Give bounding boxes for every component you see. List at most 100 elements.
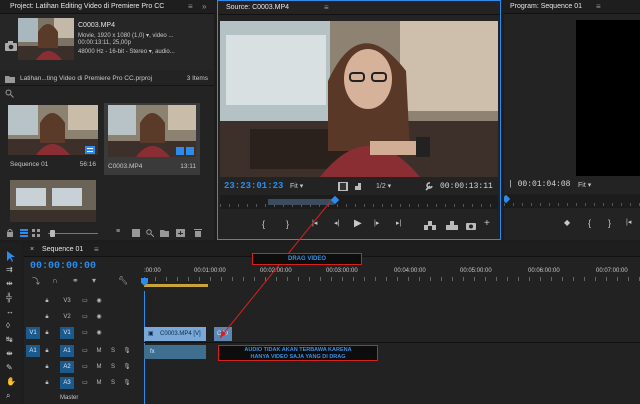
audio-clip-1[interactable]: fx [144,345,206,359]
list-view-icon[interactable] [20,229,28,237]
video-clip-2[interactable]: C00 [214,327,232,341]
export-frame-icon[interactable] [466,221,476,230]
track-mute-button[interactable]: M [92,377,106,389]
new-item-icon[interactable] [176,229,185,237]
track-select-tool-icon[interactable]: ⇉ [6,265,13,274]
track-name[interactable]: V2 [60,311,74,323]
project-item-clip[interactable]: C0003.MP4 13:11 [104,103,200,175]
microphone-icon[interactable]: 🎙︎ [120,361,134,373]
timeline-timecode[interactable]: 00:00:00:00 [30,261,96,272]
track-solo-button[interactable]: S [106,345,120,357]
step-forward-icon[interactable]: |▸ [374,219,379,227]
add-marker-icon[interactable]: ▾ [92,276,96,285]
timeline-settings-icon[interactable]: 🔧︎ [118,276,128,285]
mark-out-icon[interactable]: } [608,218,611,228]
ripple-edit-tool-icon[interactable]: ⇹ [6,279,13,288]
mark-out-icon[interactable]: } [286,219,289,229]
snap-icon[interactable]: ∩ [52,276,58,285]
video-clip-1[interactable]: ▣ C0003.MP4 [V] [144,327,206,341]
project-item-sequence[interactable]: Sequence 01 56:16 [8,105,100,173]
poster-frame-button[interactable] [4,40,18,52]
track-name[interactable]: A3 [60,377,74,389]
play-icon[interactable]: ▶ [354,218,362,229]
mark-in-icon[interactable]: { [588,218,591,228]
track-solo-button[interactable]: S [106,361,120,373]
track-sync-icon[interactable]: ▭ [78,311,92,323]
program-fit-select[interactable]: Fit ▾ [578,181,591,189]
track-sync-icon[interactable]: ▭ [78,361,92,373]
go-to-out-icon[interactable]: ▸| [396,219,401,227]
hand-tool-icon[interactable]: ✋ [6,377,16,386]
automate-to-sequence-icon[interactable] [132,229,140,237]
microphone-icon[interactable]: 🎙︎ [120,345,134,357]
wrench-icon[interactable] [424,181,434,191]
track-lock-icon[interactable]: 🔒︎ [40,327,54,339]
track-eye-icon[interactable]: ◉ [92,295,106,307]
insert-icon[interactable] [424,221,436,230]
track-lock-icon[interactable]: 🔒︎ [40,295,54,307]
timeline-ruler[interactable]: :00:00 00:01:00:00 00:02:00:00 00:03:00:… [141,257,640,291]
linked-selection-icon[interactable]: ⚭ [72,276,79,285]
tab-menu-icon[interactable]: ≡ [596,2,601,11]
track-solo-button[interactable]: S [106,377,120,389]
icon-view-icon[interactable] [32,229,40,237]
track-eye-icon[interactable]: ◉ [92,327,106,339]
lock-icon[interactable] [6,229,14,237]
track-name[interactable]: A2 [60,361,74,373]
track-name[interactable]: V1 [60,327,74,339]
rolling-edit-tool-icon[interactable]: ╬ [6,293,12,302]
search-icon[interactable] [5,89,14,98]
add-button-icon[interactable]: + [484,218,490,229]
track-source-patch[interactable]: V1 [26,327,40,339]
trash-icon[interactable] [194,229,202,237]
tab-menu-icon[interactable]: ≡ [188,2,193,11]
pen-tool-icon[interactable]: ✎ [6,363,13,372]
program-current-timecode[interactable]: | 00:01:04:08 [508,180,570,189]
source-fit-select[interactable]: Fit ▾ [290,182,303,190]
nest-toggle-icon[interactable]: ⤵ [32,276,40,287]
source-tab-title[interactable]: Source: C0003.MP4 [226,4,289,11]
work-area-bar[interactable] [144,284,208,287]
overwrite-icon[interactable] [446,221,458,230]
program-tab-title[interactable]: Program: Sequence 01 [510,3,582,10]
track-mute-button[interactable]: M [92,361,106,373]
panel-overflow-icon[interactable]: » [202,2,206,11]
find-icon[interactable] [146,229,154,237]
tab-menu-icon[interactable]: ≡ [94,245,99,254]
zoom-slider-handle[interactable] [50,230,55,237]
selection-tool-icon[interactable] [6,251,16,262]
rate-stretch-tool-icon[interactable]: ↔ [6,307,14,316]
program-scrub-bar[interactable] [504,194,640,208]
drag-audio-only-icon[interactable] [354,182,364,191]
go-to-in-icon[interactable]: |◂ [626,218,631,226]
microphone-icon[interactable]: 🎙︎ [120,377,134,389]
source-resolution-select[interactable]: 1/2 ▾ [376,182,391,190]
track-name[interactable]: V3 [60,295,74,307]
program-playhead[interactable] [504,194,511,204]
add-marker-icon[interactable]: ◆ [564,218,570,227]
zoom-slider[interactable] [48,230,98,237]
mark-in-icon[interactable]: { [262,219,265,229]
new-bin-icon[interactable] [160,229,169,237]
track-sync-icon[interactable]: ▭ [78,377,92,389]
track-eye-icon[interactable]: ◉ [92,311,106,323]
source-current-timecode[interactable]: 23:23:01:23 [224,181,283,191]
slide-tool-icon[interactable]: ⇼ [6,349,13,358]
track-lock-icon[interactable]: 🔒︎ [40,361,54,373]
timeline-tab-title[interactable]: Sequence 01 [42,246,83,253]
track-sync-icon[interactable]: ▭ [78,327,92,339]
track-name[interactable]: A1 [60,345,74,357]
timeline-close-icon[interactable]: × [30,246,34,253]
project-item-third[interactable] [10,180,96,222]
track-mute-button[interactable]: M [92,345,106,357]
step-back-icon[interactable]: ◂| [334,219,339,227]
track-source-patch[interactable]: A1 [26,345,40,357]
tab-menu-icon[interactable]: ≡ [324,3,329,12]
drag-video-only-icon[interactable] [338,182,348,191]
project-tab-title[interactable]: Project: Latihan Editing Video di Premie… [10,3,164,10]
track-lock-icon[interactable]: 🔒︎ [40,377,54,389]
zoom-tool-icon[interactable]: ⌕ [6,391,10,401]
slip-tool-icon[interactable]: ↹ [6,335,13,344]
go-to-in-icon[interactable]: |◂ [312,219,317,227]
source-scrub-bar[interactable] [220,195,498,209]
